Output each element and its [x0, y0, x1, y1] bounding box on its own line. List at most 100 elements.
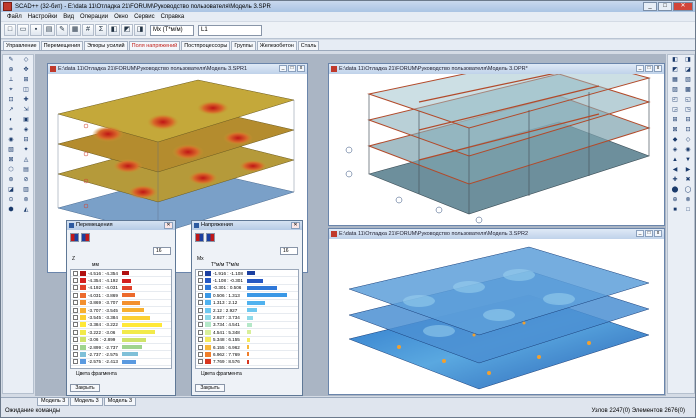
left-tool-icon[interactable]: ▥	[19, 186, 33, 195]
tab-stress-fields[interactable]: Поля напряжений	[128, 41, 181, 50]
color-swatch[interactable]	[80, 315, 86, 321]
min-icon[interactable]: _	[636, 230, 644, 237]
palette-icon[interactable]	[195, 232, 204, 242]
right-tool-icon[interactable]: ◈	[669, 146, 681, 155]
right-tool-icon[interactable]: ▲	[669, 156, 681, 165]
color-swatch[interactable]	[80, 359, 86, 365]
right-tool-icon[interactable]: ◩	[669, 66, 681, 75]
row-checkbox[interactable]	[73, 337, 78, 343]
row-checkbox[interactable]	[198, 307, 203, 313]
left-tool-icon[interactable]: ⊘	[19, 176, 33, 185]
color-swatch[interactable]	[80, 270, 86, 276]
color-swatch[interactable]	[80, 322, 86, 328]
min-icon[interactable]: _	[636, 65, 644, 72]
row-checkbox[interactable]	[73, 307, 78, 313]
row-checkbox[interactable]	[73, 292, 78, 298]
palette-invert-icon[interactable]	[206, 232, 215, 242]
left-tool-icon[interactable]: ⌗	[4, 126, 18, 135]
menu-view[interactable]: Вид	[60, 14, 77, 20]
left-tool-icon[interactable]: ▣	[19, 116, 33, 125]
menu-file[interactable]: Файл	[4, 14, 25, 20]
right-tool-icon[interactable]: □	[682, 206, 694, 215]
color-swatch[interactable]	[80, 329, 86, 335]
row-checkbox[interactable]	[198, 278, 203, 284]
color-swatch[interactable]	[205, 278, 211, 284]
tab-displacements[interactable]: Перемещения	[40, 41, 84, 50]
color-swatch[interactable]	[205, 300, 211, 306]
right-tool-icon[interactable]: ◨	[682, 56, 694, 65]
panel-close-icon[interactable]: ✕	[291, 222, 300, 229]
left-tool-icon[interactable]: ⊙	[4, 196, 18, 205]
max-icon[interactable]: □	[645, 65, 653, 72]
left-tool-icon[interactable]: ◐	[4, 116, 18, 125]
scale-count-select[interactable]: 16	[280, 247, 298, 255]
left-tool-icon[interactable]: ◭	[19, 206, 33, 215]
color-swatch[interactable]	[205, 337, 211, 343]
left-tool-icon[interactable]: ⌖	[4, 86, 18, 95]
close-button[interactable]: ✕	[673, 2, 693, 11]
color-swatch[interactable]	[80, 344, 86, 350]
right-tool-icon[interactable]: ▨	[669, 86, 681, 95]
viewport-model[interactable]	[329, 53, 664, 225]
left-tool-icon[interactable]: ◫	[19, 86, 33, 95]
row-checkbox[interactable]	[198, 351, 203, 357]
left-tool-icon[interactable]: ◉	[4, 136, 18, 145]
open-icon[interactable]: ▭	[17, 24, 29, 36]
left-tool-icon[interactable]: ◈	[19, 126, 33, 135]
right-tool-icon[interactable]: ⊠	[669, 126, 681, 135]
right-tool-icon[interactable]: ▶	[682, 166, 694, 175]
color-swatch[interactable]	[205, 344, 211, 350]
right-tool-icon[interactable]: ◪	[682, 66, 694, 75]
table-icon[interactable]: ▦	[69, 24, 81, 36]
load-select[interactable]: L1	[198, 24, 262, 36]
color-swatch[interactable]	[205, 322, 211, 328]
color-swatch[interactable]	[205, 359, 211, 365]
left-tool-icon[interactable]: ⊚	[19, 196, 33, 205]
grid-icon[interactable]: #	[82, 24, 94, 36]
row-checkbox[interactable]	[73, 329, 78, 335]
color-swatch[interactable]	[205, 329, 211, 335]
close-button[interactable]: Закрыть	[70, 384, 100, 392]
close-icon[interactable]: x	[654, 230, 662, 237]
right-tool-icon[interactable]: ◲	[669, 106, 681, 115]
row-checkbox[interactable]	[73, 285, 78, 291]
right-tool-icon[interactable]: ✖	[682, 176, 694, 185]
right-tool-icon[interactable]: ⊕	[669, 196, 681, 205]
menu-operations[interactable]: Операции	[77, 14, 111, 20]
menu-window[interactable]: Окно	[111, 14, 131, 20]
tab-management[interactable]: Управление	[3, 41, 40, 50]
model-icon[interactable]: ◩	[121, 24, 133, 36]
color-swatch[interactable]	[80, 337, 86, 343]
right-tool-icon[interactable]: ◧	[669, 56, 681, 65]
left-tool-icon[interactable]: ⇲	[19, 106, 33, 115]
tool-icon[interactable]: ✎	[56, 24, 68, 36]
row-checkbox[interactable]	[73, 278, 78, 284]
left-tool-icon[interactable]: ▤	[19, 166, 33, 175]
left-tool-icon[interactable]: ◪	[4, 186, 18, 195]
right-tool-icon[interactable]: ▧	[682, 76, 694, 85]
row-checkbox[interactable]	[73, 351, 78, 357]
right-tool-icon[interactable]: ⊟	[682, 116, 694, 125]
left-tool-icon[interactable]: ✥	[19, 66, 33, 75]
right-tool-icon[interactable]: ⊗	[682, 196, 694, 205]
palette-invert-icon[interactable]	[81, 232, 90, 242]
menu-service[interactable]: Сервис	[131, 14, 158, 20]
right-tool-icon[interactable]: ◀	[669, 166, 681, 175]
left-tool-icon[interactable]: ⊟	[19, 136, 33, 145]
calc-icon[interactable]: Σ	[95, 24, 107, 36]
color-swatch[interactable]	[80, 351, 86, 357]
row-checkbox[interactable]	[73, 300, 78, 306]
row-checkbox[interactable]	[198, 359, 203, 365]
min-icon[interactable]: _	[279, 65, 287, 72]
right-tool-icon[interactable]: ◉	[682, 146, 694, 155]
row-checkbox[interactable]	[198, 337, 203, 343]
right-tool-icon[interactable]: ■	[669, 206, 681, 215]
left-tool-icon[interactable]: ⊛	[4, 176, 18, 185]
right-tool-icon[interactable]: ▼	[682, 156, 694, 165]
left-tool-icon[interactable]: ◬	[19, 156, 33, 165]
left-tool-icon[interactable]: ✚	[19, 96, 33, 105]
right-tool-icon[interactable]: ◰	[669, 96, 681, 105]
left-tool-icon[interactable]: ◇	[19, 56, 33, 65]
right-tool-icon[interactable]: ✚	[669, 176, 681, 185]
row-checkbox[interactable]	[73, 270, 78, 276]
